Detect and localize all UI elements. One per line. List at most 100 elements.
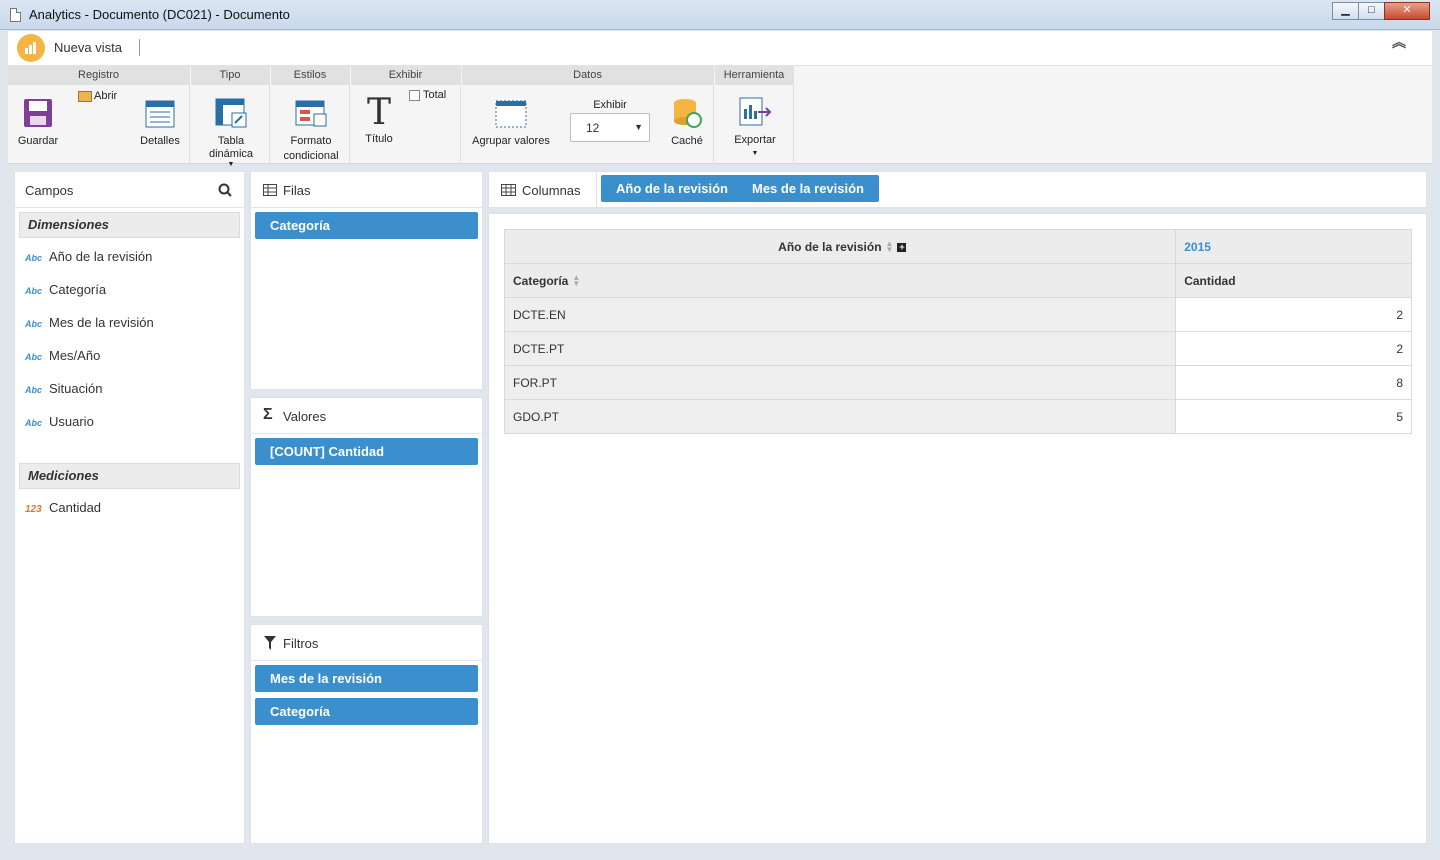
group-herramienta: Herramienta Exportar ▼ xyxy=(715,66,794,164)
analytics-logo-icon xyxy=(17,34,45,62)
agrupar-valores-button[interactable]: Agrupar valores xyxy=(466,100,556,148)
columnas-chip[interactable]: Año de la revisión xyxy=(601,175,743,202)
abrir-button[interactable]: Abrir xyxy=(78,90,128,103)
field-item[interactable]: Abc Mes/Año xyxy=(15,339,244,372)
filas-panel: Filas Categoría xyxy=(250,171,483,390)
pivot-table-icon xyxy=(215,98,247,128)
group-label-estilos: Estilos xyxy=(271,66,349,85)
columnas-title: Columnas xyxy=(522,183,581,198)
group-label-exhibir: Exhibir xyxy=(351,66,460,85)
total-checkbox[interactable]: Total xyxy=(409,89,459,102)
guardar-label: Guardar xyxy=(17,135,59,147)
select-arrow-icon: ▼ xyxy=(634,122,643,132)
exhibir-select-value: 12 xyxy=(586,121,600,135)
filtros-chip[interactable]: Mes de la revisión xyxy=(255,665,478,692)
filtros-chip[interactable]: Categoría xyxy=(255,698,478,725)
minimize-button[interactable]: ▁ xyxy=(1332,2,1359,20)
field-item[interactable]: Abc Usuario xyxy=(15,405,244,438)
text-type-icon: Abc xyxy=(25,286,43,296)
row-field-header[interactable]: Categoría ▲ ▼ xyxy=(503,263,1177,298)
field-label: Mes/Año xyxy=(49,348,101,363)
row-field-label: Categoría xyxy=(513,273,569,288)
mediciones-list: 123 Cantidad xyxy=(15,491,244,524)
field-item[interactable]: Abc Mes de la revisión xyxy=(15,306,244,339)
field-item[interactable]: Abc Categoría xyxy=(15,273,244,306)
group-datos: Datos Agrupar valores Exhibir 12 ▼ Caché xyxy=(462,66,714,164)
columnas-chip[interactable]: Mes de la revisión xyxy=(737,175,879,202)
close-button[interactable]: ✕ xyxy=(1384,2,1430,20)
window-title: Analytics - Documento (DC021) - Document… xyxy=(29,7,290,22)
cell-value: 2 xyxy=(1175,297,1412,332)
number-type-icon: 123 xyxy=(25,504,42,515)
sigma-icon: Σ xyxy=(263,406,273,423)
group-label-herramienta: Herramienta xyxy=(715,66,793,85)
filas-chip[interactable]: Categoría xyxy=(255,212,478,239)
columnas-divider xyxy=(596,172,597,207)
col-field-header[interactable]: Año de la revisión ▲ ▼ + xyxy=(770,229,1177,264)
field-item[interactable]: Abc Situación xyxy=(15,372,244,405)
rows-grid-icon xyxy=(263,184,277,196)
filas-title: Filas xyxy=(283,183,311,198)
titulo-label: Título xyxy=(365,133,393,145)
exhibir-label: Exhibir xyxy=(593,99,627,111)
campos-header: Campos xyxy=(15,172,244,208)
cache-label: Caché xyxy=(671,135,703,147)
search-icon[interactable] xyxy=(218,183,232,197)
abrir-label: Abrir xyxy=(94,90,118,102)
field-label: Categoría xyxy=(49,282,107,297)
pivot-corner xyxy=(504,229,771,264)
text-type-icon: Abc xyxy=(25,385,43,395)
group-label-tipo: Tipo xyxy=(191,66,269,85)
cell-value: 2 xyxy=(1175,331,1412,366)
tabla-label-1: Tabla xyxy=(217,135,245,147)
expand-plus-icon[interactable]: + xyxy=(897,242,907,252)
guardar-button[interactable]: Guardar xyxy=(12,98,64,148)
exhibir-select[interactable]: 12 ▼ xyxy=(570,113,650,142)
formato-condicional-button[interactable]: Formato condicional xyxy=(276,100,346,163)
detalles-button[interactable]: Detalles xyxy=(136,100,184,148)
exportar-dropdown-icon: ▼ xyxy=(751,150,759,157)
window-controls: ▁ □ ✕ xyxy=(1332,2,1430,20)
total-label: Total xyxy=(423,89,447,101)
field-label: Mes de la revisión xyxy=(49,315,154,330)
year-header[interactable]: 2015 xyxy=(1175,229,1412,264)
table-row: FOR.PT 8 xyxy=(503,365,1412,400)
text-type-icon: Abc xyxy=(25,253,43,263)
exportar-button[interactable]: Exportar ▼ xyxy=(725,97,785,161)
campos-panel: Campos Dimensiones Abc Año de la revisión… xyxy=(14,171,245,844)
field-item[interactable]: Abc Año de la revisión xyxy=(15,240,244,273)
total-checkbox-box[interactable] xyxy=(409,89,420,101)
cache-button[interactable]: Caché xyxy=(668,98,706,148)
pivot-table: Año de la revisión ▲ ▼ + 2015 Categoría ▲ ▼ C… xyxy=(503,229,1412,434)
columnas-bar: Columnas Año de la revisión Mes de la re… xyxy=(488,171,1427,208)
cell-value: 8 xyxy=(1175,365,1412,400)
field-item[interactable]: 123 Cantidad xyxy=(15,491,244,524)
tabla-dropdown-icon: ▼ xyxy=(227,161,235,168)
text-type-icon: Abc xyxy=(25,418,43,428)
collapse-ribbon-icon[interactable]: ︽ xyxy=(1392,35,1406,49)
open-folder-icon xyxy=(78,90,92,102)
group-values-icon xyxy=(495,100,527,128)
table-row: GDO.PT 5 xyxy=(503,399,1412,434)
row-label: GDO.PT xyxy=(503,399,1177,434)
title-t-icon: T xyxy=(366,92,391,133)
title-separator xyxy=(139,39,140,56)
maximize-button[interactable]: □ xyxy=(1358,2,1385,20)
group-tipo: Tipo Tabla dinámica ▼ xyxy=(191,66,270,168)
window-titlebar: Analytics - Documento (DC021) - Document… xyxy=(0,0,1440,30)
titulo-button[interactable]: T Título xyxy=(359,92,399,146)
row-label: FOR.PT xyxy=(503,365,1177,400)
conditional-format-icon xyxy=(295,100,327,127)
valores-chip[interactable]: [COUNT] Cantidad xyxy=(255,438,478,465)
cache-database-icon xyxy=(674,99,702,128)
table-row: DCTE.EN 2 xyxy=(503,297,1412,332)
field-label: Año de la revisión xyxy=(49,249,153,264)
sort-icon[interactable]: ▲ ▼ xyxy=(886,240,894,254)
sort-icon[interactable]: ▲ ▼ xyxy=(572,274,580,288)
field-label: Usuario xyxy=(49,414,94,429)
formato-label-2: condicional xyxy=(283,150,339,162)
measure-header: Cantidad xyxy=(1175,263,1412,298)
filtros-title: Filtros xyxy=(283,636,319,651)
tabla-dinamica-button[interactable]: Tabla dinámica ▼ xyxy=(201,98,261,169)
filtros-header: Filtros xyxy=(251,625,482,661)
